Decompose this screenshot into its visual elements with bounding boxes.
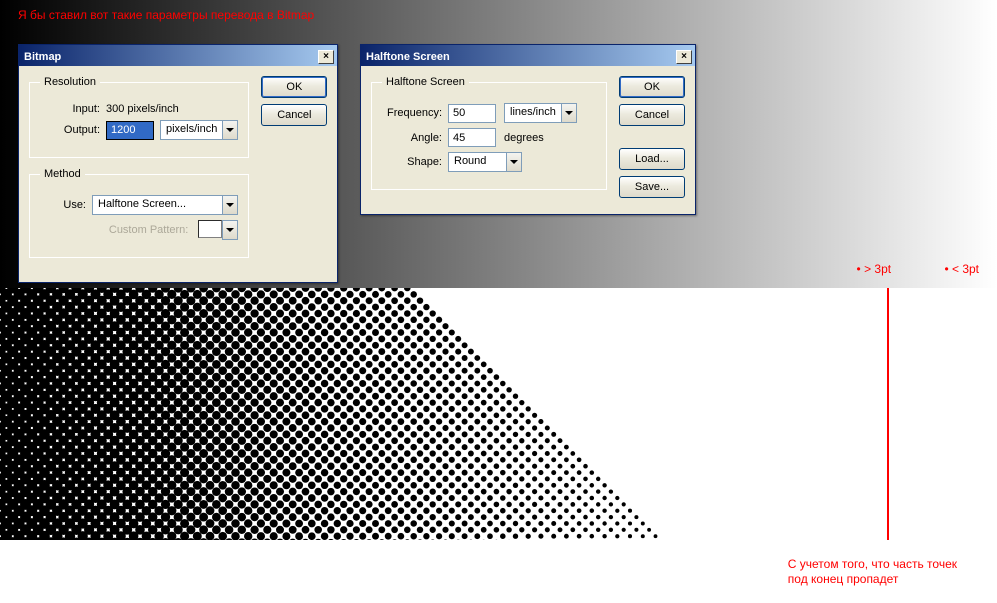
shape-value: Round — [448, 152, 506, 172]
halftone-illustration — [0, 288, 997, 540]
halftone-group: Halftone Screen Frequency: lines/inch An… — [371, 76, 607, 190]
bitmap-dialog: Bitmap × Resolution Input: 300 pixels/in… — [18, 44, 338, 283]
bitmap-titlebar[interactable]: Bitmap × — [19, 45, 337, 66]
use-combo[interactable]: Halftone Screen... — [92, 195, 238, 215]
chevron-down-icon[interactable] — [506, 152, 522, 172]
chevron-down-icon[interactable] — [561, 103, 577, 123]
angle-input[interactable] — [448, 128, 496, 147]
method-group: Method Use: Halftone Screen... Custom Pa… — [29, 168, 249, 258]
redline-marker — [887, 288, 889, 540]
use-value: Halftone Screen... — [92, 195, 222, 215]
chevron-down-icon — [222, 220, 238, 240]
custom-pattern-combo — [194, 220, 238, 240]
method-legend: Method — [40, 168, 85, 180]
halftone-title: Halftone Screen — [366, 51, 450, 63]
angle-label: Angle: — [382, 132, 448, 144]
output-label: Output: — [40, 124, 106, 136]
marker-lt-3pt: • < 3pt — [944, 262, 979, 276]
frequency-unit-combo[interactable]: lines/inch — [504, 103, 577, 123]
save-button[interactable]: Save... — [619, 176, 685, 198]
halftone-titlebar[interactable]: Halftone Screen × — [361, 45, 695, 66]
chevron-down-icon[interactable] — [222, 120, 238, 140]
annotation-bottom: С учетом того, что часть точек под конец… — [788, 557, 957, 587]
angle-unit: degrees — [504, 132, 544, 144]
bitmap-title: Bitmap — [24, 51, 61, 63]
ok-button[interactable]: OK — [261, 76, 327, 98]
ok-button[interactable]: OK — [619, 76, 685, 98]
output-unit-value: pixels/inch — [160, 120, 222, 140]
annotation-top: Я бы ставил вот такие параметры перевода… — [18, 8, 314, 22]
chevron-down-icon[interactable] — [222, 195, 238, 215]
load-button[interactable]: Load... — [619, 148, 685, 170]
frequency-label: Frequency: — [382, 107, 448, 119]
size-markers: • > 3pt • < 3pt — [857, 262, 979, 276]
marker-gt-3pt: • > 3pt — [857, 262, 892, 276]
input-value: 300 pixels/inch — [106, 103, 179, 115]
input-label: Input: — [40, 103, 106, 115]
output-input[interactable] — [106, 121, 154, 140]
cancel-button[interactable]: Cancel — [261, 104, 327, 126]
shape-label: Shape: — [382, 156, 448, 168]
halftone-legend: Halftone Screen — [382, 76, 469, 88]
cancel-button[interactable]: Cancel — [619, 104, 685, 126]
output-unit-combo[interactable]: pixels/inch — [160, 120, 238, 140]
custom-pattern-label: Custom Pattern: — [40, 224, 194, 236]
close-icon[interactable]: × — [676, 50, 692, 64]
use-label: Use: — [40, 199, 92, 211]
custom-pattern-swatch — [198, 220, 222, 238]
close-icon[interactable]: × — [318, 50, 334, 64]
halftone-dialog: Halftone Screen × Halftone Screen Freque… — [360, 44, 696, 215]
resolution-group: Resolution Input: 300 pixels/inch Output… — [29, 76, 249, 158]
frequency-unit-value: lines/inch — [504, 103, 561, 123]
shape-combo[interactable]: Round — [448, 152, 522, 172]
resolution-legend: Resolution — [40, 76, 100, 88]
frequency-input[interactable] — [448, 104, 496, 123]
